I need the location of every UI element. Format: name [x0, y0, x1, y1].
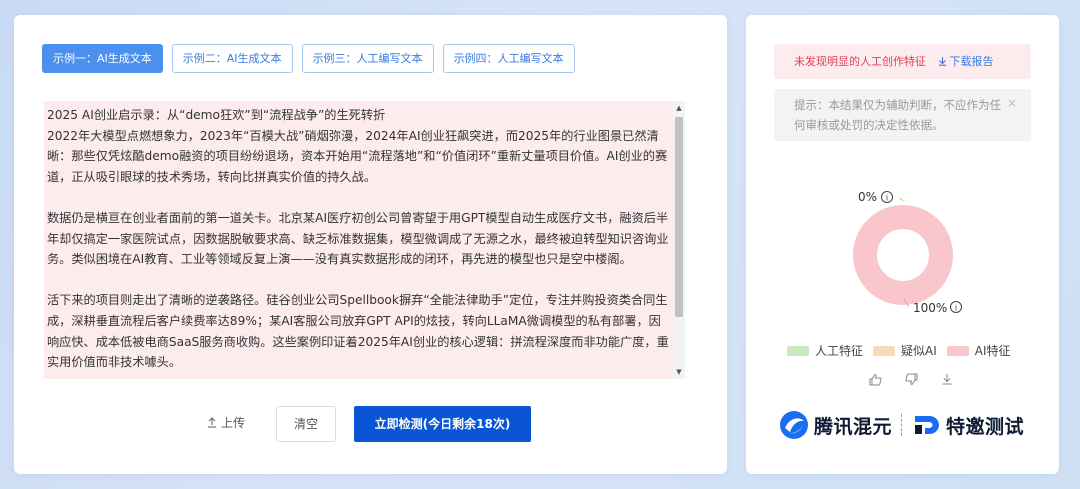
scroll-down-arrow-icon[interactable]: ▼ — [673, 365, 685, 379]
tab-example-2[interactable]: 示例二：AI生成文本 — [171, 44, 293, 73]
legend-item-human[interactable]: 人工特征 — [787, 342, 863, 359]
close-icon[interactable]: × — [1007, 93, 1017, 113]
legend-swatch-ai — [946, 345, 969, 356]
download-report-link[interactable]: 下载报告 — [938, 55, 994, 68]
text-input-area[interactable]: 2025 AI创业启示录：从“demo狂欢”到“流程战争”的生死转折 2022年… — [44, 101, 685, 379]
result-panel: 未发现明显的人工创作特征 下载报告 提示：本结果仅为辅助判断，不应作为任何审核或… — [746, 15, 1059, 474]
feedback-bar — [865, 373, 957, 390]
scroll-up-arrow-icon[interactable]: ▲ — [673, 101, 685, 115]
input-panel: 示例一：AI生成文本 示例二：AI生成文本 示例三：人工编写文本 示例四：人工编… — [14, 15, 727, 474]
detect-button[interactable]: 立即检测(今日剩余18次) — [354, 406, 531, 442]
legend-item-ai[interactable]: AI特征 — [946, 342, 1011, 359]
special-invite-logo-icon — [915, 416, 940, 434]
text-paragraph-3: 活下来的项目则走出了清晰的逆袭路径。硅谷创业公司Spellbook摒弃“全能法律… — [47, 293, 669, 370]
example-tabs: 示例一：AI生成文本 示例二：AI生成文本 示例三：人工编写文本 示例四：人工编… — [42, 44, 575, 73]
legend-label-suspected-ai: 疑似AI — [901, 344, 937, 358]
brand-name-invite-test: 特邀测试 — [946, 415, 1025, 438]
pct-label-0: 0% — [858, 190, 877, 204]
label-leader-bottom — [903, 298, 910, 308]
result-alert-text: 未发现明显的人工创作特征 — [794, 55, 926, 68]
legend-item-suspected-ai[interactable]: 疑似AI — [873, 342, 937, 359]
text-paragraph-2: 数据仍是横亘在创业者面前的第一道关卡。北京某AI医疗初创公司曾寄望于用GPT模型… — [47, 210, 669, 267]
tab-example-4[interactable]: 示例四：人工编写文本 — [442, 44, 575, 73]
legend-label-ai: AI特征 — [974, 344, 1011, 358]
result-alert: 未发现明显的人工创作特征 下载报告 — [774, 44, 1031, 79]
thumbs-up-icon[interactable] — [865, 373, 885, 390]
svg-text:i: i — [955, 304, 957, 313]
brand-name-hunyuan: 腾讯混元 — [814, 415, 893, 438]
tab-example-1[interactable]: 示例一：AI生成文本 — [42, 44, 163, 73]
download-icon — [938, 57, 946, 66]
pct-label-100: 100% — [913, 301, 947, 315]
brand-divider — [901, 414, 903, 436]
info-icon: i — [950, 301, 962, 313]
clear-button[interactable]: 清空 — [276, 406, 336, 442]
chart-legend: 人工特征 疑似AI AI特征 — [787, 342, 1011, 359]
legend-label-human: 人工特征 — [815, 344, 864, 358]
donut-slice-ai — [853, 205, 953, 305]
upload-button[interactable]: 上传 — [207, 414, 245, 431]
svg-text:i: i — [886, 194, 888, 203]
legend-swatch-human — [787, 345, 809, 356]
scrollbar-thumb[interactable] — [675, 117, 683, 317]
upload-label: 上传 — [221, 416, 246, 430]
legend-swatch-suspected-ai — [873, 345, 896, 356]
vertical-scrollbar[interactable]: ▲ ▼ — [673, 101, 685, 379]
label-leader-top — [898, 197, 905, 202]
text-content: 2025 AI创业启示录：从“demo狂欢”到“流程战争”的生死转折 2022年… — [44, 101, 685, 373]
text-line-title: 2025 AI创业启示录：从“demo狂欢”到“流程战争”的生死转折 — [47, 108, 386, 122]
info-icon: i — [881, 191, 893, 203]
brand-footer: 腾讯混元 特邀测试 — [779, 410, 1024, 440]
thumbs-down-icon[interactable] — [901, 373, 921, 390]
result-donut-chart: 0% i 100% i — [853, 190, 962, 315]
download-report-label: 下载报告 — [949, 55, 994, 68]
tencent-hunyuan-logo-icon — [780, 411, 808, 439]
disclaimer-tip: 提示：本结果仅为辅助判断，不应作为任何审核或处罚的决定性依据。 × — [774, 89, 1031, 141]
disclaimer-text: 提示：本结果仅为辅助判断，不应作为任何审核或处罚的决定性依据。 — [794, 98, 1001, 132]
upload-icon — [208, 417, 216, 428]
text-paragraph-1: 2022年大模型点燃想象力，2023年“百模大战”硝烟弥漫，2024年AI创业狂… — [47, 128, 668, 184]
download-icon[interactable] — [937, 373, 957, 390]
tab-example-3[interactable]: 示例三：人工编写文本 — [301, 44, 434, 73]
